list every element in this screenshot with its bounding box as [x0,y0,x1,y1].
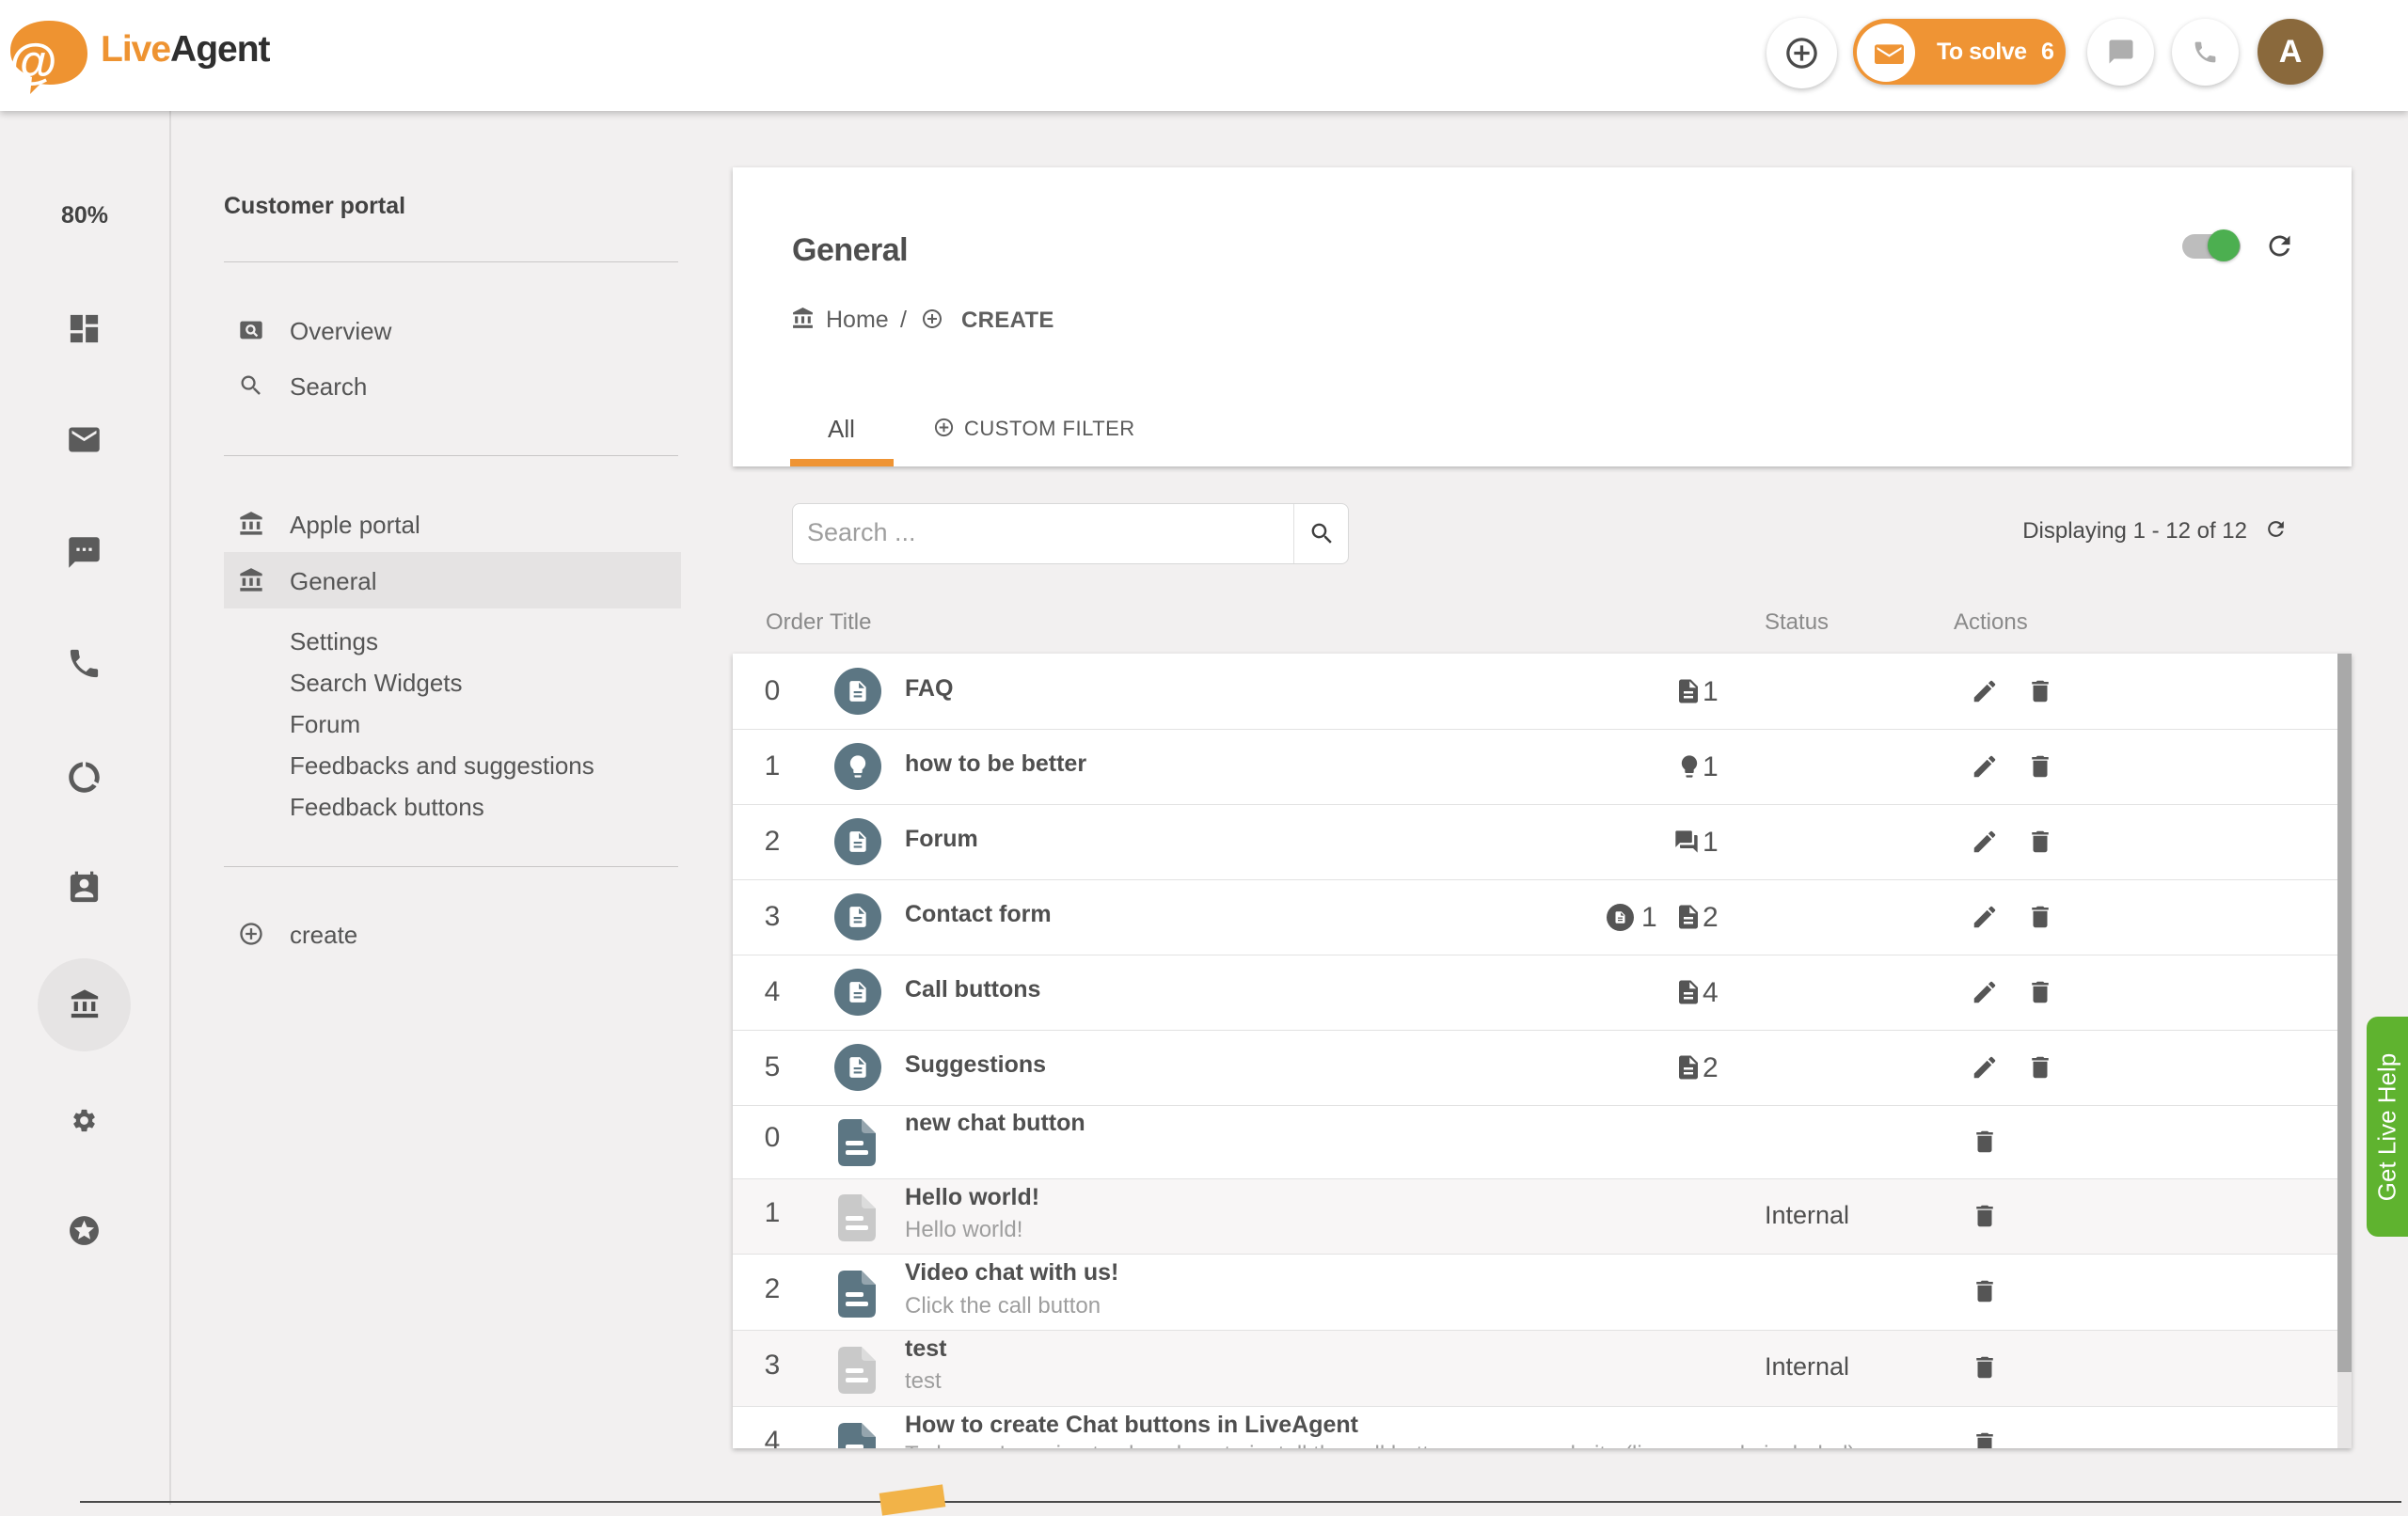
svg-text:@: @ [9,35,57,89]
